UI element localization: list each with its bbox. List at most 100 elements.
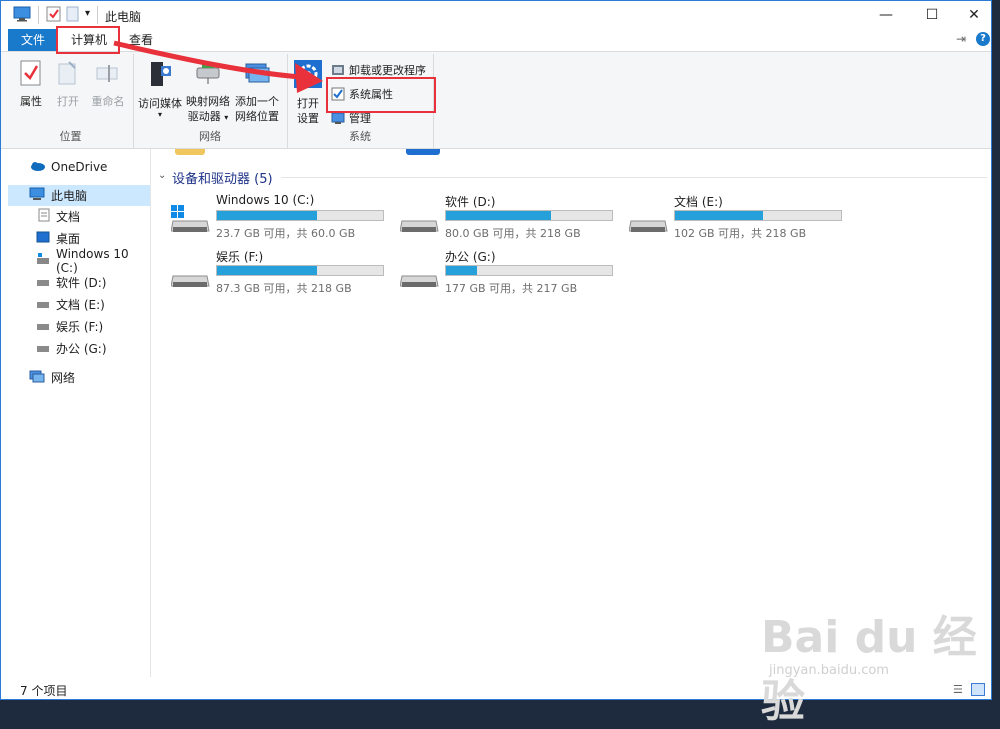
nav-item-label: 网络: [51, 371, 76, 385]
close-button[interactable]: ✕: [951, 1, 997, 29]
drive-icon: [399, 205, 440, 238]
drive-icon: [36, 276, 50, 290]
nav-item-label: 软件 (D:): [56, 276, 107, 290]
open-button[interactable]: 打开: [53, 60, 83, 109]
drive-usage-bar: [216, 265, 384, 276]
open-icon: [53, 60, 83, 90]
minimize-button[interactable]: —: [863, 1, 909, 29]
ribbon: 属性 打开 重命名 位置 访问媒体 ▾ 映射网络 驱动器 ▾ 添加一个 网络位置…: [1, 51, 991, 149]
drive-space-info: 80.0 GB 可用，共 218 GB: [445, 227, 581, 240]
drive-tile-f[interactable]: 娱乐 (F:) 87.3 GB 可用，共 218 GB: [170, 248, 391, 298]
nav-item-label: 文档: [56, 210, 81, 224]
properties-label: 属性: [20, 95, 42, 108]
add-location-label-1: 添加一个: [235, 95, 279, 108]
open-settings-label-2: 设置: [297, 112, 319, 125]
drive-space-info: 102 GB 可用，共 218 GB: [674, 227, 807, 240]
windows-drive-icon: [170, 205, 211, 238]
tab-view[interactable]: 查看: [121, 29, 161, 51]
drive-icon: [170, 260, 211, 293]
map-drive-label-2: 驱动器: [187, 110, 221, 123]
group-network-label: 网络: [199, 130, 221, 143]
nav-item-label: 娱乐 (F:): [56, 320, 104, 334]
map-network-drive-button[interactable]: 映射网络 驱动器 ▾: [185, 60, 231, 125]
dropdown-arrow-icon: ▾: [224, 113, 229, 122]
nav-item-network[interactable]: 网络: [29, 367, 149, 388]
uninstall-icon: [332, 65, 344, 75]
network-location-icon: [233, 60, 281, 90]
nav-item-label: 办公 (G:): [56, 342, 107, 356]
nav-item-label: Windows 10 (C:): [56, 246, 129, 275]
help-icon[interactable]: ?: [976, 32, 990, 46]
uninstall-button[interactable]: 卸载或更改程序: [331, 62, 426, 78]
navigation-pane: OneDrive 此电脑 文档 桌面 Windows 10 (C:) 软件 (D…: [8, 149, 151, 677]
drive-name: 办公 (G:): [445, 250, 496, 264]
computer-icon: [13, 6, 31, 24]
separator: [38, 6, 39, 24]
drive-usage-bar: [216, 210, 384, 221]
nav-item-onedrive[interactable]: OneDrive: [29, 156, 149, 177]
folder-icon: [175, 149, 205, 155]
rename-icon: [88, 60, 128, 90]
group-location: 属性 打开 重命名 位置: [8, 54, 134, 148]
drive-tile-e[interactable]: 文档 (E:) 102 GB 可用，共 218 GB: [628, 193, 849, 243]
qat-dropdown-icon[interactable]: ▾: [85, 8, 90, 26]
nav-item-drive-d[interactable]: 软件 (D:): [36, 272, 148, 293]
watermark-url: jingyan.baidu.com: [769, 663, 889, 678]
nav-item-label: 文档 (E:): [56, 298, 105, 312]
drive-usage-bar: [445, 265, 613, 276]
nav-item-drive-f[interactable]: 娱乐 (F:): [36, 316, 148, 337]
network-icon: [29, 369, 45, 386]
group-network: 访问媒体 ▾ 映射网络 驱动器 ▾ 添加一个 网络位置 网络: [133, 54, 288, 148]
open-settings-button[interactable]: 打开 设置: [293, 60, 323, 126]
uninstall-label: 卸载或更改程序: [349, 64, 426, 77]
nav-item-documents[interactable]: 文档: [38, 206, 148, 227]
nav-item-label: OneDrive: [51, 159, 108, 174]
nav-item-label: 桌面: [56, 232, 81, 246]
tab-file[interactable]: 文件: [8, 29, 58, 51]
access-media-button[interactable]: 访问媒体 ▾: [137, 60, 183, 119]
drive-tile-c[interactable]: Windows 10 (C:) 23.7 GB 可用，共 60.0 GB: [170, 193, 391, 243]
highlight-system-properties: [326, 77, 436, 113]
rename-label: 重命名: [91, 95, 125, 108]
nav-item-drive-c[interactable]: Windows 10 (C:): [36, 247, 150, 275]
pin-ribbon-icon[interactable]: ⇥: [956, 32, 966, 46]
drive-icon: [36, 298, 50, 312]
new-folder-qat-icon[interactable]: [66, 6, 80, 24]
status-item-count: 7 个项目: [20, 684, 68, 698]
map-drive-label-1: 映射网络: [186, 95, 230, 108]
ribbon-tabs: 文件 计算机 查看 ⇥ ?: [1, 29, 991, 51]
drive-space-info: 177 GB 可用，共 217 GB: [445, 282, 578, 295]
drive-usage-bar: [445, 210, 613, 221]
nav-item-drive-g[interactable]: 办公 (G:): [36, 338, 148, 359]
nav-item-this-pc[interactable]: 此电脑: [8, 185, 150, 206]
window-title: 此电脑: [105, 10, 142, 24]
group-system-label: 系统: [349, 130, 371, 143]
properties-button[interactable]: 属性: [14, 60, 48, 109]
drive-name: 文档 (E:): [674, 195, 723, 209]
nav-item-drive-e[interactable]: 文档 (E:): [36, 294, 148, 315]
computer-icon: [29, 187, 45, 204]
onedrive-cloud-icon: [29, 160, 45, 174]
drive-tile-g[interactable]: 办公 (G:) 177 GB 可用，共 217 GB: [399, 248, 620, 298]
settings-gear-icon: [293, 60, 323, 92]
highlight-computer-tab: [56, 26, 120, 54]
rename-button[interactable]: 重命名: [88, 60, 128, 109]
drive-space-info: 87.3 GB 可用，共 218 GB: [216, 282, 352, 295]
network-drive-icon: [185, 60, 231, 90]
drive-usage-fill: [217, 266, 317, 275]
system-drive-icon: [36, 253, 50, 268]
dropdown-arrow-icon: ▾: [157, 110, 162, 119]
drive-usage-bar: [674, 210, 842, 221]
section-title[interactable]: 设备和驱动器 (5): [172, 168, 273, 187]
maximize-button[interactable]: ☐: [909, 1, 955, 29]
collapse-chevron-icon[interactable]: ⌄: [158, 170, 166, 181]
open-settings-label-1: 打开: [297, 97, 319, 110]
drive-usage-fill: [446, 211, 552, 220]
drive-tile-d[interactable]: 软件 (D:) 80.0 GB 可用，共 218 GB: [399, 193, 620, 243]
document-icon: [38, 208, 50, 225]
title-bar: ▾ 此电脑 — ☐ ✕: [1, 1, 991, 29]
add-location-label-2: 网络位置: [235, 110, 279, 123]
properties-qat-icon[interactable]: [46, 6, 62, 24]
drive-usage-fill: [446, 266, 477, 275]
add-network-location-button[interactable]: 添加一个 网络位置: [233, 60, 281, 124]
